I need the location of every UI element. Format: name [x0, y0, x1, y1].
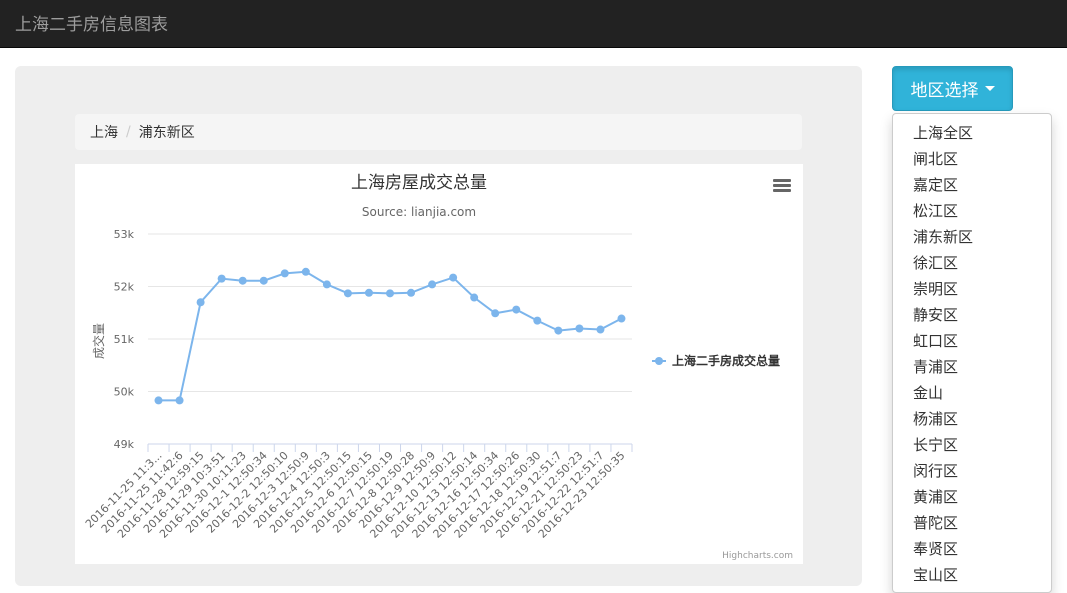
data-point[interactable]	[301, 267, 310, 276]
y-tick-label: 52k	[114, 281, 135, 294]
region-option[interactable]: 闸北区	[893, 146, 1051, 172]
region-option[interactable]: 崇明区	[893, 276, 1051, 302]
data-point[interactable]	[259, 276, 268, 285]
chart-menu-icon[interactable]	[773, 179, 791, 193]
data-point[interactable]	[217, 274, 226, 283]
region-option[interactable]: 嘉定区	[893, 172, 1051, 198]
breadcrumb: 上海 / 浦东新区	[75, 114, 802, 150]
grid-lines	[148, 233, 632, 392]
legend-marker	[655, 357, 663, 365]
region-option[interactable]: 虹口区	[893, 328, 1051, 354]
data-point[interactable]	[364, 288, 373, 297]
data-point[interactable]	[280, 269, 289, 278]
breadcrumb-item-city[interactable]: 上海	[90, 122, 118, 142]
data-point[interactable]	[428, 280, 437, 289]
data-point[interactable]	[617, 314, 626, 323]
y-axis-title: 成交量	[91, 323, 106, 359]
y-tick-label: 50k	[114, 386, 135, 399]
data-point[interactable]	[449, 273, 458, 282]
data-point[interactable]	[596, 325, 605, 334]
data-point[interactable]	[154, 396, 163, 405]
y-tick-label: 53k	[114, 228, 135, 241]
data-point[interactable]	[343, 289, 352, 298]
navbar: 上海二手房信息图表	[0, 0, 1067, 48]
data-point[interactable]	[407, 288, 416, 297]
region-option[interactable]: 黄浦区	[893, 484, 1051, 510]
legend[interactable]: 上海二手房成交总量	[652, 353, 780, 368]
region-option[interactable]: 徐汇区	[893, 250, 1051, 276]
data-point[interactable]	[554, 326, 563, 335]
region-option[interactable]: 静安区	[893, 302, 1051, 328]
chart-title: 上海房屋成交总量	[351, 173, 487, 193]
x-axis: 2016-11-25 11:3...2016-11-25 11:42:62016…	[83, 443, 633, 541]
data-point[interactable]	[512, 305, 521, 314]
region-option[interactable]: 松江区	[893, 198, 1051, 224]
region-option[interactable]: 上海全区	[893, 120, 1051, 146]
y-tick-label: 49k	[114, 438, 135, 451]
region-option[interactable]: 浦东新区	[893, 224, 1051, 250]
region-select-button[interactable]: 地区选择	[892, 66, 1013, 111]
data-point[interactable]	[322, 280, 331, 289]
chart-container: 上海房屋成交总量 Source: lianjia.com 成交量 49k 50k 5…	[75, 164, 803, 564]
y-axis-ticks: 49k 50k 51k 52k 53k	[114, 228, 135, 451]
region-option[interactable]: 金山	[893, 380, 1051, 406]
data-point[interactable]	[386, 289, 394, 298]
data-point[interactable]	[470, 293, 479, 302]
region-select-label: 地区选择	[910, 81, 979, 101]
region-option[interactable]: 长宁区	[893, 432, 1051, 458]
breadcrumb-item-district: 浦东新区	[138, 125, 195, 141]
region-option[interactable]: 闵行区	[893, 458, 1051, 484]
data-point[interactable]	[175, 396, 184, 405]
caret-down-icon	[984, 86, 995, 91]
data-point[interactable]	[196, 298, 205, 307]
region-option[interactable]: 杨浦区	[893, 406, 1051, 432]
legend-item-label[interactable]: 上海二手房成交总量	[672, 353, 780, 368]
data-point[interactable]	[575, 324, 584, 333]
region-option[interactable]: 普陀区	[893, 510, 1051, 536]
series-layer	[154, 267, 626, 405]
breadcrumb-separator: /	[126, 124, 131, 140]
region-option[interactable]: 青浦区	[893, 354, 1051, 380]
data-point[interactable]	[533, 316, 542, 325]
region-option[interactable]: 奉贤区	[893, 536, 1051, 562]
navbar-brand[interactable]: 上海二手房信息图表	[15, 10, 168, 35]
region-dropdown-menu: 上海全区 闸北区 嘉定区 松江区 浦东新区 徐汇区 崇明区 静安区 虹口区 青浦区 金山 杨浦区 长宁区…	[892, 113, 1052, 593]
data-point[interactable]	[238, 276, 247, 285]
y-tick-label: 51k	[114, 333, 135, 346]
region-option[interactable]: 宝山区	[893, 562, 1051, 588]
chart-credit[interactable]: Highcharts.com	[722, 551, 793, 561]
data-point[interactable]	[491, 309, 500, 318]
line-chart: 上海房屋成交总量 Source: lianjia.com 成交量 49k 50k 5…	[83, 173, 780, 541]
chart-subtitle: Source: lianjia.com	[362, 205, 476, 219]
